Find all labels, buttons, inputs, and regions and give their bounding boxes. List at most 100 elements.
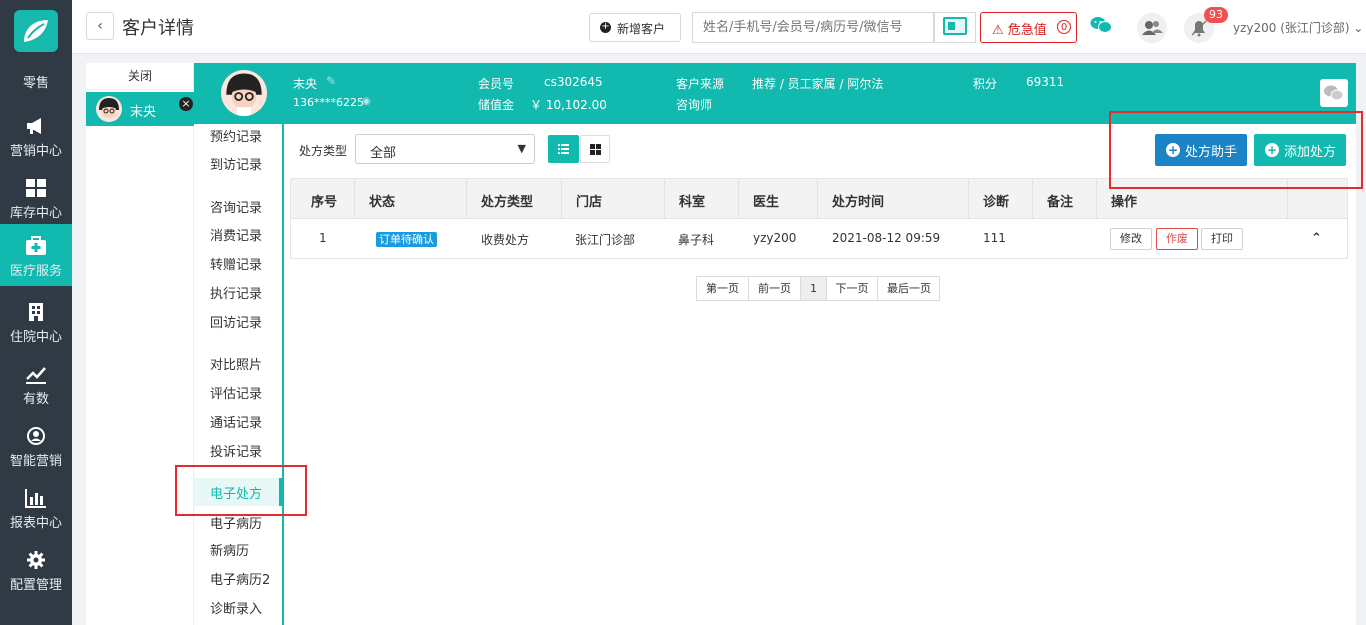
row-doctor: yzy200 [753,231,797,245]
wechat-icon[interactable] [1090,16,1112,34]
prescription-content: 处方类型 全部 ▼ + 处方助手 + 添加处方 序号 状态 处方类型 门店 科室… [286,124,1356,625]
table-row[interactable]: 1 订单待确认 收费处方 张江门诊部 鼻子科 yzy200 2021-08-12… [290,219,1348,259]
id-card-button[interactable] [934,12,976,43]
danger-value-button[interactable]: ⚠ 危急值 0 [980,12,1077,43]
medkit-icon [26,236,46,255]
side-item-complaints[interactable]: 投诉记录 [210,441,262,460]
customer-tab-label: 末央 [130,105,157,120]
side-item-calls[interactable]: 通话记录 [210,412,262,431]
row-diagnosis: 111 [983,231,1006,245]
col-doctor: 医生 [753,195,780,210]
record-side-menu: 预约记录 到访记录 咨询记录 消费记录 转赠记录 执行记录 回访记录 对比照片 … [194,124,284,625]
side-item-diagnosis[interactable]: 诊断录入 [210,598,262,617]
chevron-up-icon[interactable]: ⌃ [1311,231,1322,246]
nav-item-reports[interactable]: 报表中心 [0,476,72,538]
col-note: 备注 [1047,195,1074,210]
back-button[interactable]: ‹ [86,12,114,40]
customer-tabs: 关闭 末央 × [86,63,194,625]
page-title: 客户详情 [122,18,194,39]
side-item-new-record[interactable]: 新病历 [210,540,249,559]
building-icon [29,303,43,321]
page-current[interactable]: 1 [801,277,827,300]
row-time: 2021-08-12 09:59 [832,231,941,245]
bar-chart-icon [25,489,46,508]
nav-item-retail[interactable]: 零售 [0,62,72,94]
nav-item-inpatient[interactable]: 住院中心 [0,290,72,352]
edit-button[interactable]: 修改 [1110,228,1152,250]
nav-item-smart-marketing[interactable]: 智能营销 [0,414,72,476]
list-icon [558,144,569,154]
col-store: 门店 [576,195,603,210]
highlight-box-actions [1109,111,1363,189]
nav-item-data[interactable]: 有数 [0,352,72,414]
nav-label: 库存中心 [9,206,62,221]
logo-icon[interactable] [14,10,58,52]
nav-item-settings[interactable]: 配置管理 [0,538,72,600]
row-store: 张江门诊部 [575,233,636,247]
nav-label: 住院中心 [9,330,62,345]
grid-icon [26,179,46,197]
row-type: 收费处方 [481,233,530,247]
nav-label: 智能营销 [9,454,62,469]
close-icon[interactable]: × [179,97,193,111]
prev-page-button[interactable]: 前一页 [749,277,801,300]
list-view-button[interactable] [548,135,579,163]
edit-icon[interactable]: ✎ [326,74,336,88]
side-item-followup[interactable]: 回访记录 [210,312,262,331]
row-dept: 鼻子科 [678,233,715,247]
col-no: 序号 [311,195,338,210]
side-item-emr2[interactable]: 电子病历2 [210,569,270,588]
users-icon [1142,21,1163,35]
consultant-label: 咨询师 [676,98,713,112]
col-actions: 操作 [1111,195,1138,210]
nav-item-inventory[interactable]: 库存中心 [0,166,72,228]
nav-label: 医疗服务 [9,264,62,279]
megaphone-icon [27,118,41,134]
void-button[interactable]: 作废 [1156,228,1198,250]
group-users-button[interactable] [1137,13,1167,43]
side-item-photos[interactable]: 对比照片 [210,354,262,373]
side-item-execution[interactable]: 执行记录 [210,283,262,302]
type-filter-select[interactable]: 全部 ▼ [355,134,535,164]
nav-label: 零售 [22,76,49,91]
points-label: 积分 [973,77,998,91]
type-filter-label: 处方类型 [299,144,348,158]
nav-label: 报表中心 [9,516,62,531]
notification-badge: 93 [1204,7,1228,23]
close-tabs-button[interactable]: 关闭 [86,63,194,90]
top-bar: ‹ 客户详情 + 新增客户 ⚠ 危急值 0 93 yzy200 (张江门诊部) … [72,0,1366,54]
last-page-button[interactable]: 最后一页 [878,277,940,300]
side-item-assessment[interactable]: 评估记录 [210,383,262,402]
danger-count: 0 [1057,20,1071,34]
search-input[interactable] [692,12,934,43]
nav-item-medical[interactable]: 医疗服务 [0,224,72,286]
chevron-down-icon: ⌄ [1353,21,1364,35]
highlight-box-prescription [175,465,307,516]
nav-label: 配置管理 [9,578,62,593]
user-menu[interactable]: yzy200 (张江门诊部) ⌄ [1233,19,1363,36]
side-item-visit[interactable]: 到访记录 [210,154,262,173]
new-customer-button[interactable]: + 新增客户 [589,13,681,42]
customer-tab[interactable]: 末央 × [86,92,194,126]
plus-circle-icon: + [600,21,611,33]
type-filter-value: 全部 [370,146,397,161]
trend-icon [26,367,46,384]
side-item-appointment[interactable]: 预约记录 [210,126,262,145]
first-page-button[interactable]: 第一页 [697,277,749,300]
side-item-transfer[interactable]: 转赠记录 [210,254,262,273]
user-name: yzy200 (张江门诊部) [1233,21,1350,35]
member-no: cs302645 [544,75,603,89]
next-page-button[interactable]: 下一页 [827,277,878,300]
pagination: 第一页 前一页 1 下一页 最后一页 [696,276,940,301]
grid-view-button[interactable] [580,135,610,163]
danger-label: ⚠ 危急值 [992,23,1047,38]
member-no-label: 会员号 [478,77,515,91]
side-item-consume[interactable]: 消费记录 [210,225,262,244]
chevron-down-icon: ▼ [517,142,526,155]
chevron-left-icon: ‹ [97,18,103,34]
wechat-button[interactable] [1320,79,1348,107]
eye-icon[interactable]: ◉ [362,96,371,107]
nav-item-marketing[interactable]: 营销中心 [0,104,72,166]
side-item-consult[interactable]: 咨询记录 [210,197,262,216]
print-button[interactable]: 打印 [1201,228,1243,250]
